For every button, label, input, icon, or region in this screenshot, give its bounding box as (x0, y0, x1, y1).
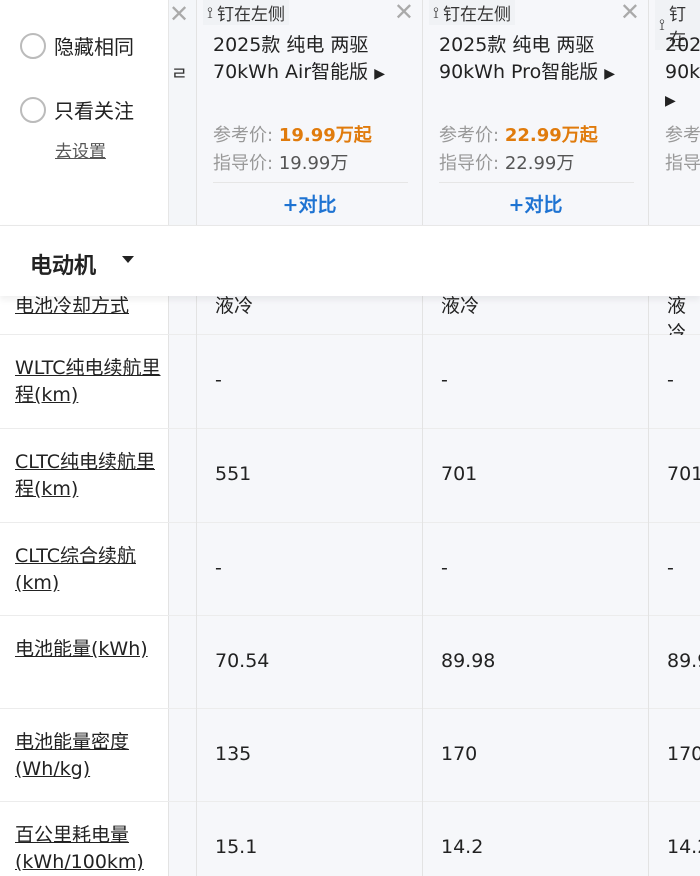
pin-label: 钉在左侧 (442, 5, 511, 25)
reference-price: 参考价: 22.99万起 (439, 125, 598, 146)
cell-value: - (215, 557, 222, 579)
cell-value: 551 (215, 463, 252, 485)
row-label[interactable]: 电池冷却方式 (15, 293, 165, 320)
table-row: 电池能量密度(Wh/kg) 135 170 170 (0, 709, 700, 802)
cell-value: 70.54 (215, 650, 270, 672)
row-label[interactable]: CLTC纯电续航里程(km) (15, 449, 165, 503)
cell-value: 170 (441, 743, 478, 765)
only-follow-label: 只看关注 (54, 99, 134, 123)
guide-price: 指导 (665, 153, 700, 174)
pin-left-button[interactable]: ⟟ 钉在左侧 (203, 0, 289, 25)
filter-panel: 隐藏相同 只看关注 去设置 (0, 0, 168, 225)
cell-value: - (215, 369, 222, 391)
radio-icon (20, 32, 46, 59)
previous-column-edge: ✕ ㄹ (168, 0, 197, 225)
divider (213, 182, 408, 183)
reference-price: 参考 (665, 125, 700, 146)
settings-link[interactable]: 去设置 (55, 137, 106, 162)
cell-value: - (441, 369, 448, 391)
cell-value: 701 (441, 463, 478, 485)
car-column-2: ⟟ 钉在左侧 ✕ 2025款 纯电 两驱 90kWh Pro智能版 ▶ 参考价:… (422, 0, 648, 225)
cell-value: - (667, 557, 674, 579)
play-icon: ▶ (604, 66, 616, 82)
column-divider (422, 285, 423, 876)
pin-label: 钉在左侧 (216, 5, 285, 25)
hide-same-toggle[interactable]: 隐藏相同 (20, 31, 134, 60)
compare-button[interactable]: +对比 (197, 190, 422, 217)
car-name[interactable]: 2025款 纯电 两驱 70kWh Air智能版 ▶ (213, 32, 413, 88)
row-label[interactable]: 电池能量密度(Wh/kg) (15, 729, 165, 783)
row-label[interactable]: WLTC纯电续航里程(km) (15, 355, 165, 409)
cell-value: 89.9 (667, 650, 700, 672)
previous-column-text: ㄹ (171, 64, 188, 85)
car-column-1: ⟟ 钉在左侧 ✕ 2025款 纯电 两驱 70kWh Air智能版 ▶ 参考价:… (196, 0, 422, 225)
cell-value: 170 (667, 743, 700, 765)
close-icon[interactable]: ✕ (169, 0, 189, 28)
section-title: 电动机 (30, 254, 97, 279)
car-column-3: ⟟ 钉在 202 90k ▶ 参考 指导 (648, 0, 700, 225)
pin-icon: ⟟ (433, 2, 439, 22)
guide-price: 指导价: 19.99万 (213, 153, 349, 174)
only-follow-toggle[interactable]: 只看关注 (20, 95, 134, 124)
row-label[interactable]: 电池能量(kWh) (15, 636, 165, 663)
table-row: 百公里耗电量(kWh/100km) 15.1 14.2 14.2 (0, 802, 700, 876)
cell-value: 14.2 (667, 836, 700, 858)
cell-value: 135 (215, 743, 252, 765)
cell-value: 14.2 (441, 836, 484, 858)
cell-value: 701 (667, 463, 700, 485)
section-header[interactable]: 电动机 (0, 225, 700, 296)
guide-price: 指导价: 22.99万 (439, 153, 575, 174)
pin-left-button[interactable]: ⟟ 钉在左侧 (429, 0, 515, 25)
car-name[interactable]: 202 90k ▶ (665, 32, 700, 115)
caret-down-icon (122, 256, 134, 263)
close-icon[interactable]: ✕ (620, 0, 640, 26)
pin-icon: ⟟ (207, 2, 213, 22)
table-row: WLTC纯电续航里程(km) - - - (0, 335, 700, 429)
compare-button[interactable]: +对比 (423, 190, 648, 217)
table-row: CLTC综合续航(km) - - - (0, 523, 700, 616)
divider (439, 182, 634, 183)
cell-value: - (667, 369, 674, 391)
close-icon[interactable]: ✕ (394, 0, 414, 26)
row-label[interactable]: 百公里耗电量(kWh/100km) (15, 822, 165, 876)
column-divider (648, 285, 649, 876)
hide-same-label: 隐藏相同 (54, 35, 134, 59)
reference-price: 参考价: 19.99万起 (213, 125, 372, 146)
cell-value: 15.1 (215, 836, 258, 858)
radio-icon (20, 96, 46, 123)
car-name[interactable]: 2025款 纯电 两驱 90kWh Pro智能版 ▶ (439, 32, 639, 88)
column-divider (196, 285, 197, 876)
cell-value: - (441, 557, 448, 579)
table-row: CLTC纯电续航里程(km) 551 701 701 (0, 429, 700, 523)
play-icon: ▶ (665, 93, 676, 109)
play-icon: ▶ (374, 66, 385, 82)
row-label[interactable]: CLTC综合续航(km) (15, 543, 165, 597)
cell-value: 89.98 (441, 650, 496, 672)
table-row: 电池能量(kWh) 70.54 89.98 89.9 (0, 616, 700, 709)
